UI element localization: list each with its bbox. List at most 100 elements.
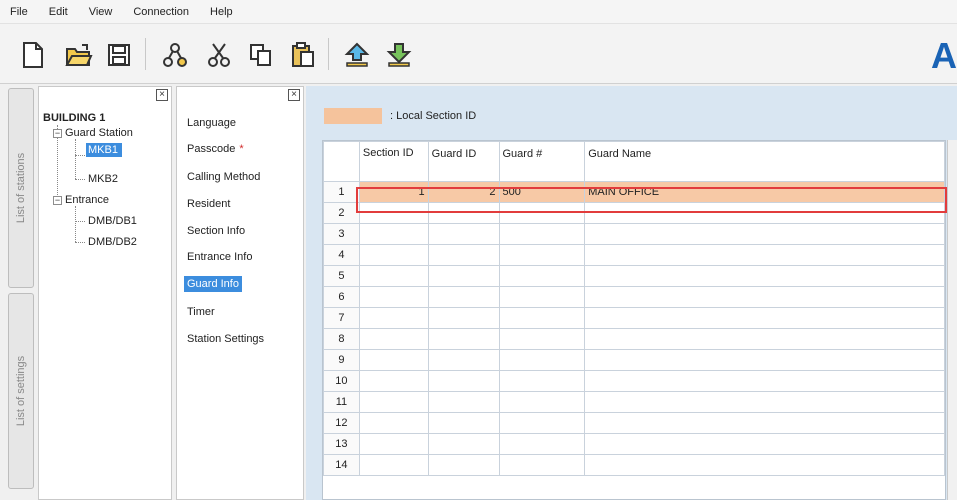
table-cell[interactable] bbox=[498, 433, 586, 455]
table-row[interactable]: 5 bbox=[323, 265, 945, 287]
new-file-icon[interactable] bbox=[18, 40, 48, 70]
column-header-guard-name[interactable]: Guard Name bbox=[584, 141, 945, 182]
upload-icon[interactable] bbox=[342, 40, 372, 70]
table-row[interactable]: 11 bbox=[323, 391, 945, 413]
table-row[interactable]: 4 bbox=[323, 244, 945, 266]
menu-help[interactable]: Help bbox=[210, 6, 233, 18]
table-cell[interactable] bbox=[584, 244, 945, 266]
tree-node-guard-station[interactable]: Guard Station bbox=[65, 127, 133, 139]
menu-connection[interactable]: Connection bbox=[133, 6, 189, 18]
table-cell[interactable] bbox=[584, 391, 945, 413]
collapse-icon[interactable]: − bbox=[53, 196, 62, 205]
table-row[interactable]: 6 bbox=[323, 286, 945, 308]
settings-item-guard-info[interactable]: Guard Info bbox=[184, 276, 242, 292]
table-cell[interactable] bbox=[498, 244, 586, 266]
tree-node-entrance[interactable]: Entrance bbox=[65, 194, 109, 206]
cell-guard-name[interactable]: MAIN OFFICE bbox=[584, 181, 945, 203]
table-cell[interactable] bbox=[584, 202, 945, 224]
table-cell[interactable] bbox=[358, 391, 429, 413]
table-row[interactable]: 14 bbox=[323, 454, 945, 476]
table-cell[interactable] bbox=[358, 202, 429, 224]
table-cell[interactable] bbox=[358, 244, 429, 266]
table-row[interactable]: 2 bbox=[323, 202, 945, 224]
table-cell[interactable] bbox=[498, 349, 586, 371]
table-cell[interactable] bbox=[358, 223, 429, 245]
table-cell[interactable] bbox=[498, 265, 586, 287]
settings-item-section-info[interactable]: Section Info bbox=[187, 225, 245, 237]
settings-item-station-settings[interactable]: Station Settings bbox=[187, 333, 264, 345]
table-cell[interactable] bbox=[358, 454, 429, 476]
cell-section-id[interactable]: 1 bbox=[358, 181, 429, 203]
paste-icon[interactable] bbox=[288, 40, 318, 70]
table-cell[interactable] bbox=[584, 349, 945, 371]
table-cell[interactable] bbox=[584, 433, 945, 455]
column-header-guard-id[interactable]: Guard ID bbox=[427, 141, 500, 182]
table-cell[interactable] bbox=[427, 433, 500, 455]
table-cell[interactable] bbox=[498, 328, 586, 350]
table-row[interactable]: 3 bbox=[323, 223, 945, 245]
table-cell[interactable] bbox=[427, 412, 500, 434]
collapse-icon[interactable]: − bbox=[53, 129, 62, 138]
table-row[interactable]: 10 bbox=[323, 370, 945, 392]
tree-node-dmb1[interactable]: DMB/DB1 bbox=[88, 215, 137, 227]
table-cell[interactable] bbox=[427, 223, 500, 245]
table-cell[interactable] bbox=[427, 307, 500, 329]
table-cell[interactable] bbox=[584, 223, 945, 245]
menu-file[interactable]: File bbox=[10, 6, 28, 18]
table-cell[interactable] bbox=[427, 454, 500, 476]
settings-item-resident[interactable]: Resident bbox=[187, 198, 230, 210]
table-cell[interactable] bbox=[427, 349, 500, 371]
cell-guard-id[interactable]: 2 bbox=[427, 181, 500, 203]
table-cell[interactable] bbox=[427, 265, 500, 287]
table-row[interactable]: 9 bbox=[323, 349, 945, 371]
close-icon[interactable]: × bbox=[156, 89, 168, 101]
table-cell[interactable] bbox=[427, 391, 500, 413]
tree-node-mkb1[interactable]: MKB1 bbox=[86, 143, 122, 157]
save-icon[interactable] bbox=[104, 40, 134, 70]
settings-item-entrance-info[interactable]: Entrance Info bbox=[187, 251, 252, 263]
table-cell[interactable] bbox=[358, 370, 429, 392]
table-row[interactable]: 1 1 2 500 MAIN OFFICE bbox=[323, 181, 945, 203]
table-cell[interactable] bbox=[427, 286, 500, 308]
column-header-section-id[interactable]: Section ID bbox=[358, 141, 429, 182]
table-cell[interactable] bbox=[498, 286, 586, 308]
settings-item-passcode[interactable]: Passcode * bbox=[187, 143, 244, 155]
tree-node-dmb2[interactable]: DMB/DB2 bbox=[88, 236, 137, 248]
table-cell[interactable] bbox=[498, 202, 586, 224]
table-cell[interactable] bbox=[498, 412, 586, 434]
settings-item-language[interactable]: Language bbox=[187, 117, 236, 129]
table-cell[interactable] bbox=[498, 370, 586, 392]
cell-guard-number[interactable]: 500 bbox=[498, 181, 586, 203]
table-cell[interactable] bbox=[584, 265, 945, 287]
table-cell[interactable] bbox=[498, 454, 586, 476]
table-cell[interactable] bbox=[584, 454, 945, 476]
open-folder-icon[interactable] bbox=[64, 40, 94, 70]
table-cell[interactable] bbox=[358, 286, 429, 308]
table-cell[interactable] bbox=[584, 370, 945, 392]
table-cell[interactable] bbox=[358, 433, 429, 455]
menu-view[interactable]: View bbox=[89, 6, 113, 18]
column-header-guard-number[interactable]: Guard # bbox=[498, 141, 586, 182]
table-cell[interactable] bbox=[584, 307, 945, 329]
tab-list-of-stations[interactable]: List of stations bbox=[8, 88, 34, 288]
table-row[interactable]: 13 bbox=[323, 433, 945, 455]
copy-icon[interactable] bbox=[246, 40, 276, 70]
connect-icon[interactable] bbox=[160, 40, 190, 70]
table-cell[interactable] bbox=[427, 244, 500, 266]
table-cell[interactable] bbox=[498, 307, 586, 329]
table-cell[interactable] bbox=[584, 412, 945, 434]
table-cell[interactable] bbox=[584, 328, 945, 350]
table-cell[interactable] bbox=[498, 223, 586, 245]
download-icon[interactable] bbox=[384, 40, 414, 70]
table-cell[interactable] bbox=[358, 412, 429, 434]
close-icon[interactable]: × bbox=[288, 89, 300, 101]
table-cell[interactable] bbox=[358, 307, 429, 329]
tree-node-mkb2[interactable]: MKB2 bbox=[88, 173, 118, 185]
table-cell[interactable] bbox=[427, 328, 500, 350]
table-cell[interactable] bbox=[358, 265, 429, 287]
table-row[interactable]: 8 bbox=[323, 328, 945, 350]
table-cell[interactable] bbox=[427, 202, 500, 224]
settings-item-calling-method[interactable]: Calling Method bbox=[187, 171, 260, 183]
table-cell[interactable] bbox=[584, 286, 945, 308]
table-row[interactable]: 7 bbox=[323, 307, 945, 329]
